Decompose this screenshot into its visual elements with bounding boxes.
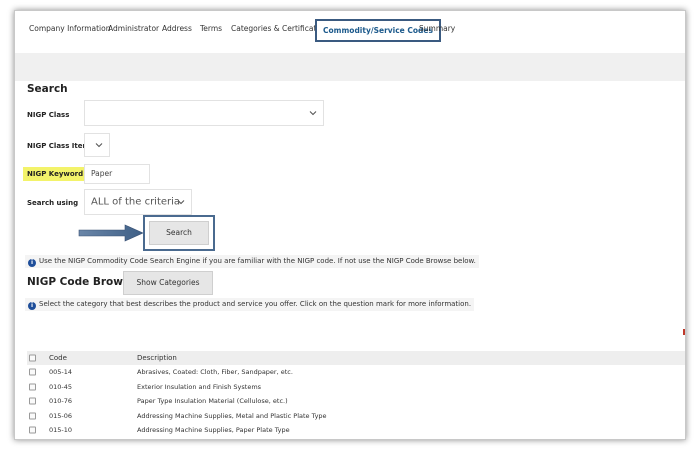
row-description: Paper Type Insulation Material (Cellulos…	[137, 397, 288, 406]
row-code: 015-10	[49, 426, 73, 435]
nigp-class-item-select[interactable]	[84, 133, 110, 157]
code-header: Code	[49, 354, 67, 362]
show-categories-button[interactable]: Show Categories	[123, 271, 213, 295]
search-info-message: Use the NIGP Commodity Code Search Engin…	[39, 257, 476, 265]
row-code: 005-14	[49, 368, 73, 377]
browse-section-title: NIGP Code Browse	[27, 276, 137, 288]
tab-administrator[interactable]: Administrator	[108, 24, 159, 33]
row-description: Exterior Insulation and Finish Systems	[137, 382, 262, 391]
browse-info-text: i Select the category that best describes…	[25, 298, 475, 311]
nigp-class-item-label: NIGP Class Item	[27, 142, 90, 150]
row-description: Addressing Machine Supplies, Paper Plate…	[137, 426, 290, 435]
table-row[interactable]: 015-06 Addressing Machine Supplies, Meta…	[27, 409, 685, 424]
search-using-select[interactable]: ALL of the criteria	[84, 189, 192, 215]
row-checkbox[interactable]	[29, 383, 36, 391]
row-checkbox[interactable]	[29, 412, 36, 420]
edge-marker	[683, 329, 685, 335]
chevron-down-icon	[309, 111, 317, 116]
search-info-text: i Use the NIGP Commodity Code Search Engi…	[25, 255, 479, 268]
nigp-class-select[interactable]	[84, 100, 324, 126]
table-row[interactable]: 010-76 Paper Type Insulation Material (C…	[27, 394, 685, 409]
arrow-pointer-icon	[78, 224, 144, 242]
search-using-label: Search using	[27, 199, 79, 207]
toolbar-strip	[15, 53, 685, 81]
row-code: 015-06	[49, 411, 73, 420]
chevron-down-icon	[177, 200, 185, 205]
chevron-down-icon	[95, 143, 103, 148]
info-icon: i	[28, 259, 36, 267]
table-row[interactable]: 010-45 Exterior Insulation and Finish Sy…	[27, 380, 685, 395]
row-checkbox[interactable]	[29, 397, 36, 405]
tab-company-information[interactable]: Company Information	[29, 24, 110, 33]
tab-address[interactable]: Address	[162, 24, 192, 33]
search-section-title: Search	[27, 83, 68, 95]
search-button[interactable]: Search	[149, 221, 209, 245]
row-code: 010-45	[49, 382, 73, 391]
nigp-codes-table: Code Description 005-14 Abrasives, Coate…	[27, 351, 685, 438]
page-frame: Company Information Administrator Addres…	[14, 10, 686, 440]
row-checkbox[interactable]	[29, 368, 36, 376]
info-icon: i	[28, 302, 36, 310]
row-checkbox[interactable]	[29, 426, 36, 434]
nigp-keyword-label: NIGP Keyword	[23, 167, 88, 181]
table-header: Code Description	[27, 351, 685, 365]
nigp-keyword-input[interactable]: Paper	[84, 164, 150, 184]
row-code: 010-76	[49, 397, 73, 406]
tab-summary[interactable]: Summary	[419, 24, 455, 33]
tab-bar: Company Information Administrator Addres…	[15, 11, 685, 51]
row-description: Addressing Machine Supplies, Metal and P…	[137, 411, 327, 420]
row-description: Abrasives, Coated: Cloth, Fiber, Sandpap…	[137, 368, 293, 377]
description-header: Description	[137, 354, 177, 362]
table-row[interactable]: 015-10 Addressing Machine Supplies, Pape…	[27, 423, 685, 438]
search-using-value: ALL of the criteria	[91, 196, 181, 208]
browse-info-message: Select the category that best describes …	[39, 300, 472, 308]
table-row[interactable]: 005-14 Abrasives, Coated: Cloth, Fiber, …	[27, 365, 685, 380]
select-all-checkbox[interactable]	[29, 354, 36, 362]
nigp-class-label: NIGP Class	[27, 111, 70, 119]
tab-terms[interactable]: Terms	[200, 24, 222, 33]
